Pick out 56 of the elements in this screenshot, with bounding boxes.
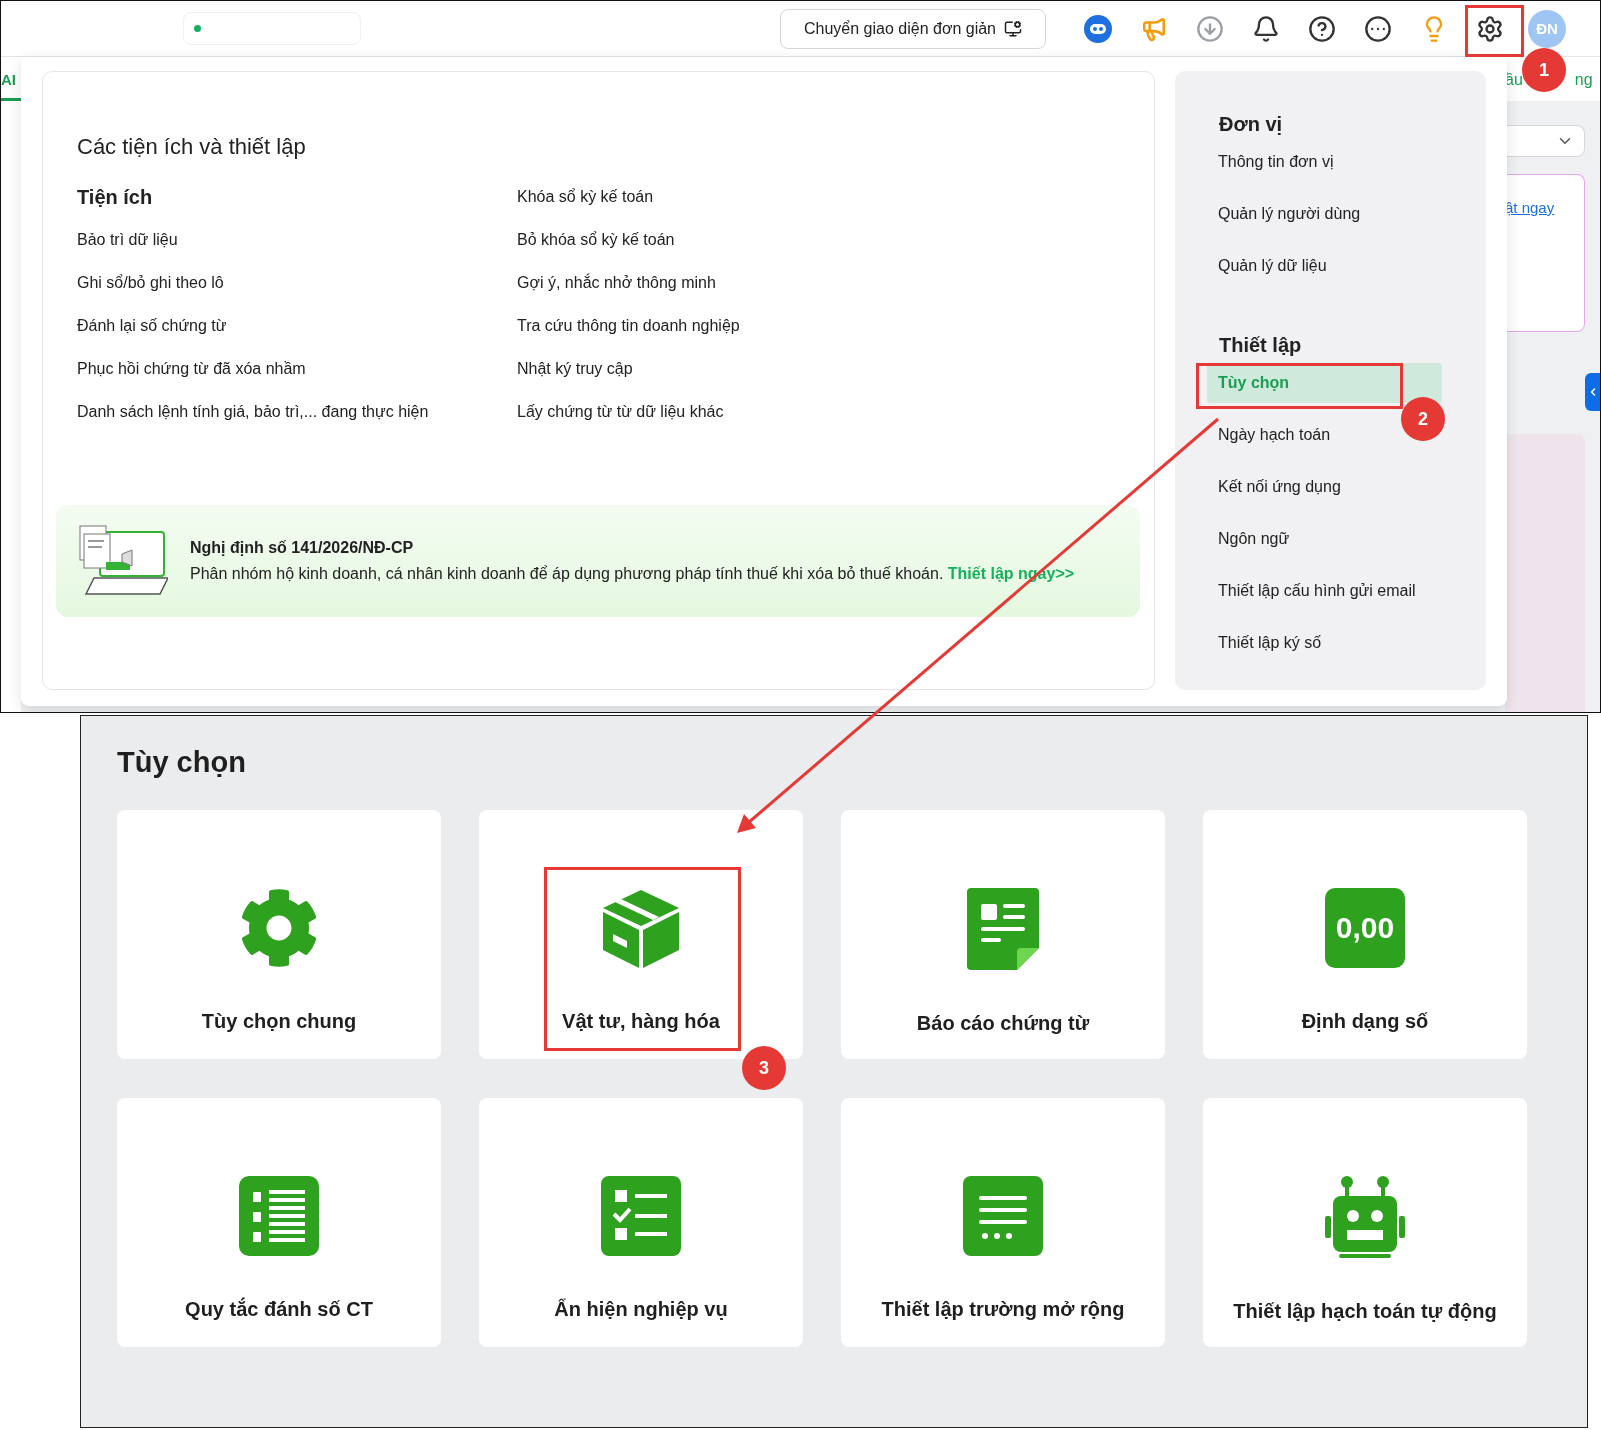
- utility-link[interactable]: Gợi ý, nhắc nhở thông minh: [517, 272, 1140, 294]
- option-card[interactable]: Báo cáo chứng từ: [841, 810, 1165, 1059]
- checklist-icon: [601, 1176, 681, 1256]
- robot-icon: [1325, 1176, 1405, 1258]
- simple-interface-button[interactable]: Chuyển giao diện đơn giản: [780, 8, 1046, 49]
- header-link[interactable]: ng: [1574, 71, 1593, 101]
- utility-link[interactable]: Tra cứu thông tin doanh nghiệp: [517, 315, 1140, 337]
- menu-item[interactable]: Thiết lập cấu hình gửi email: [1207, 578, 1420, 604]
- utility-link[interactable]: Nhật ký truy cập: [517, 358, 1140, 380]
- more-icon: [1364, 14, 1392, 43]
- option-card[interactable]: Thiết lập hạch toán tự động: [1203, 1098, 1527, 1347]
- box-icon: [601, 888, 681, 968]
- utility-link[interactable]: Đánh lại số chứng từ: [77, 315, 517, 337]
- section-heading: Thiết lập: [1219, 334, 1303, 357]
- bot-icon: [1083, 13, 1113, 44]
- number-format-icon: 0,00: [1325, 888, 1405, 968]
- section-heading: Đơn vị: [1219, 113, 1284, 136]
- menu-item[interactable]: Ngôn ngữ: [1207, 526, 1294, 552]
- section-heading: Tiện ích: [77, 186, 154, 208]
- option-card[interactable]: Thiết lập trường mở rộng: [841, 1098, 1165, 1347]
- panel-toggle[interactable]: [1585, 373, 1600, 411]
- numbered-list-icon: [239, 1176, 319, 1256]
- utility-link[interactable]: Khóa sổ kỳ kế toán: [517, 186, 1140, 208]
- utility-link[interactable]: Bảo trì dữ liệu: [77, 229, 517, 251]
- menu-item[interactable]: Thiết lập ký số: [1207, 630, 1326, 656]
- select-field[interactable]: [1505, 125, 1585, 157]
- option-card[interactable]: 0,00 Định dạng số: [1203, 810, 1527, 1059]
- gear-icon: [239, 888, 319, 968]
- menu-item[interactable]: Quản lý người dùng: [1207, 201, 1365, 227]
- utility-link[interactable]: Lấy chứng từ từ dữ liệu khác: [517, 401, 1140, 423]
- menu-item[interactable]: Quản lý dữ liệu: [1207, 253, 1331, 279]
- utility-link[interactable]: Phục hồi chứng từ đã xóa nhầm: [77, 358, 517, 380]
- menu-item[interactable]: Kết nối ứng dụng: [1207, 474, 1345, 500]
- menu-title: Các tiện ích và thiết lập: [76, 134, 307, 160]
- option-card[interactable]: Tùy chọn chung: [117, 810, 441, 1059]
- bell-icon: [1252, 14, 1280, 43]
- download-icon: [1196, 14, 1224, 43]
- settings-icon: [1476, 14, 1504, 43]
- menu-item[interactable]: Ngày hạch toán: [1207, 422, 1335, 448]
- utility-link[interactable]: Danh sách lệnh tính giá, bảo trì,... đang thực hiện: [77, 401, 517, 423]
- monitor-icon: [1004, 19, 1022, 38]
- document-icon: [967, 888, 1039, 970]
- utility-link[interactable]: Bỏ khóa sổ kỳ kế toán: [517, 229, 1140, 251]
- help-icon: [1308, 14, 1336, 43]
- menu-item[interactable]: Thông tin đơn vị: [1207, 149, 1338, 175]
- utility-link[interactable]: Ghi sổ/bỏ ghi theo lô: [77, 272, 517, 294]
- status-dot: [194, 25, 201, 32]
- page-title: Tùy chọn: [117, 746, 247, 780]
- notice-title: Nghị định số 141/2026/NĐ-CP: [190, 539, 415, 557]
- option-card[interactable]: Ẩn hiện nghiệp vụ: [479, 1098, 803, 1347]
- megaphone-icon: [1141, 15, 1167, 42]
- highlight-frame: [1465, 5, 1524, 57]
- form-icon: [963, 1176, 1043, 1256]
- option-card[interactable]: Vật tư, hàng hóa: [479, 810, 803, 1059]
- status-field[interactable]: [183, 12, 361, 45]
- option-card[interactable]: Quy tắc đánh số CT: [117, 1098, 441, 1347]
